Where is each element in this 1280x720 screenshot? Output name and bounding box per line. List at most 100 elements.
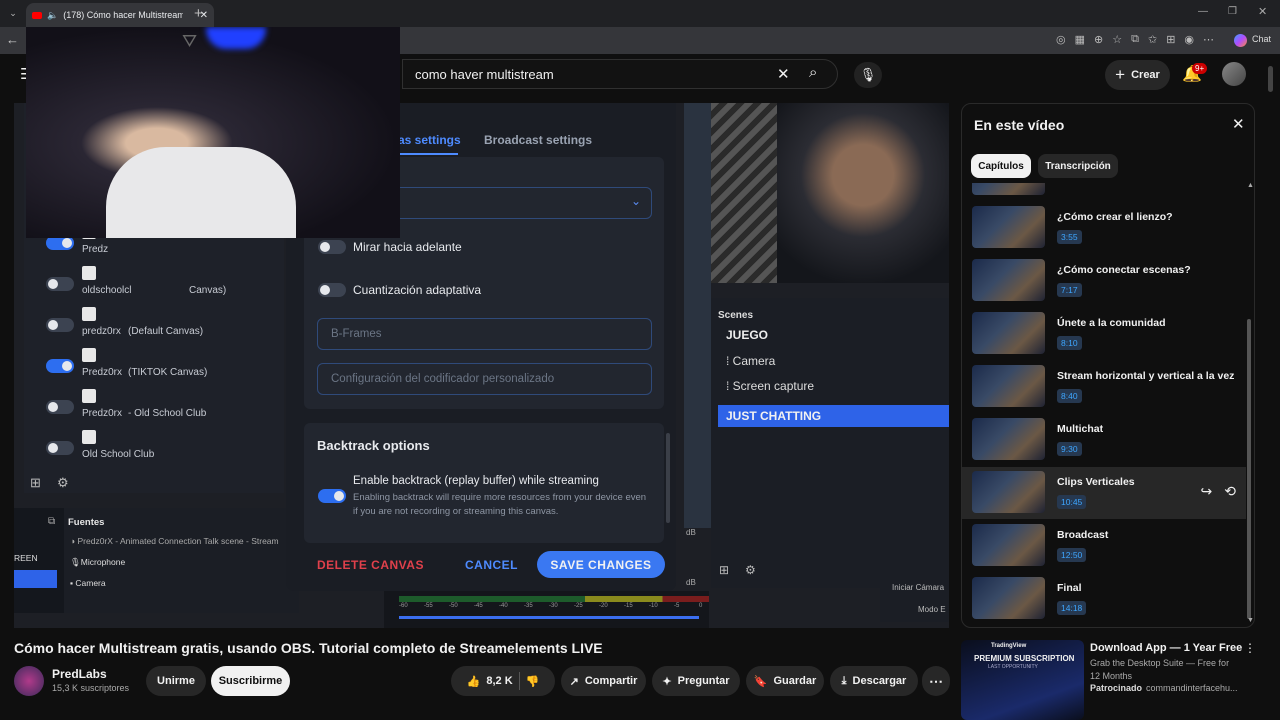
close-chapters-icon[interactable]: ✕ xyxy=(1232,115,1245,133)
scene-group-juego[interactable]: JUEGO xyxy=(726,328,768,342)
source-toggle[interactable] xyxy=(46,441,74,455)
save-changes-button[interactable]: SAVE CHANGES xyxy=(537,551,665,578)
tab-chapters[interactable]: Capítulos xyxy=(971,154,1031,178)
star-icon[interactable]: ☆ xyxy=(1112,33,1122,46)
minimize-icon[interactable]: — xyxy=(1198,6,1208,17)
puzzle-icon[interactable]: ⧉ xyxy=(1131,33,1139,46)
add-scene-icon[interactable]: ⊞ xyxy=(719,563,729,577)
zoom-icon[interactable]: ⊕ xyxy=(1094,33,1103,46)
fuente-item-1[interactable]: 🎙Microphone xyxy=(70,557,125,568)
window-close-icon[interactable]: ✕ xyxy=(1258,5,1267,18)
lookahead-toggle[interactable] xyxy=(318,240,346,254)
source-toggle[interactable] xyxy=(46,318,74,332)
add-source-icon[interactable]: ⊞ xyxy=(30,475,41,491)
chapter-item[interactable]: Clips Verticales 10:45 ↪ ⟲ xyxy=(962,467,1246,519)
chapter-timestamp[interactable]: 10:45 xyxy=(1057,495,1087,509)
tab-broadcast-settings[interactable]: Broadcast settings xyxy=(484,133,592,147)
download-button[interactable]: ⤓ Descargar xyxy=(830,666,918,696)
scene-settings-icon[interactable]: ⚙ xyxy=(745,563,756,577)
loop-chapter-icon[interactable]: ⟲ xyxy=(1224,483,1236,500)
profile-icon[interactable]: ◉ xyxy=(1184,33,1194,46)
scene-just-chatting[interactable]: JUST CHATTING xyxy=(718,405,949,427)
extension-icon[interactable]: ◎ xyxy=(1056,33,1066,46)
dislike-icon[interactable]: 👎 xyxy=(526,675,540,688)
source-toggle[interactable] xyxy=(46,400,74,414)
adaptive-quantization-toggle[interactable] xyxy=(318,283,346,297)
chapter-item[interactable]: ¿Cómo conectar escenas? 7:17 xyxy=(972,259,1247,309)
scene-item-camera[interactable]: ⁞ Camera xyxy=(726,354,775,368)
like-icon[interactable]: 👍 xyxy=(467,675,481,688)
selected-scene-bar[interactable] xyxy=(14,570,57,588)
channel-avatar[interactable] xyxy=(14,666,44,696)
fuente-item-2[interactable]: ▪ Camera xyxy=(70,578,106,588)
chapter-timestamp[interactable]: 7:17 xyxy=(1057,283,1082,297)
source-toggle[interactable] xyxy=(46,277,74,291)
subscribe-button[interactable]: Suscribirme xyxy=(211,666,290,696)
like-count[interactable]: 8,2 K xyxy=(486,675,512,687)
start-camera-button[interactable]: Iniciar Cámara xyxy=(892,583,944,592)
more-icon[interactable]: ⋯ xyxy=(1203,33,1214,46)
create-button[interactable]: + Crear xyxy=(1105,60,1170,90)
chapter-item[interactable]: Broadcast 12:50 xyxy=(972,524,1247,574)
channel-name[interactable]: PredLabs xyxy=(52,667,107,681)
chapters-scrollbar[interactable] xyxy=(1247,319,1251,619)
chapter-item[interactable]: Stream horizontal y vertical a la vez 8:4… xyxy=(972,365,1247,415)
copilot-icon[interactable] xyxy=(1234,34,1247,47)
tab-transcript[interactable]: Transcripción xyxy=(1038,154,1118,178)
join-button[interactable]: Unirme xyxy=(146,666,206,696)
chapter-item[interactable]: Final 14:18 xyxy=(972,577,1247,623)
clear-search-icon[interactable]: ✕ xyxy=(777,65,790,83)
grid-icon[interactable]: ▦ xyxy=(1075,33,1085,46)
search-input[interactable]: como haver multistream xyxy=(415,67,554,82)
source-toggle[interactable] xyxy=(46,359,74,373)
custom-encoder-field[interactable]: Configuración del codificador personaliz… xyxy=(317,363,652,395)
dialog-scrollbar[interactable] xyxy=(666,433,670,523)
collections-icon[interactable]: ⊞ xyxy=(1166,33,1175,46)
chapter-timestamp[interactable]: 12:50 xyxy=(1057,548,1087,562)
share-chapter-icon[interactable]: ↪ xyxy=(1201,483,1213,500)
cancel-button[interactable]: CANCEL xyxy=(465,558,518,572)
share-button[interactable]: ↗ Compartir xyxy=(561,666,646,696)
scene-item-screen-capture[interactable]: ⁞ Screen capture xyxy=(726,379,814,393)
source-toggle[interactable] xyxy=(46,236,74,250)
fuente-item-0[interactable]: ◑ Predz0rX - Animated Connection Talk sc… xyxy=(70,536,295,546)
source-row[interactable]: Predz0rx (TIKTOK Canvas) xyxy=(44,346,299,386)
ask-button[interactable]: ✦ Preguntar xyxy=(652,666,740,696)
bframes-field[interactable]: B-Frames xyxy=(317,318,652,350)
source-row[interactable]: Predz0rx - Old School Club xyxy=(44,387,299,427)
back-arrow-icon[interactable]: ← xyxy=(6,32,19,47)
delete-canvas-button[interactable]: DELETE CANVAS xyxy=(317,558,424,572)
ad-title[interactable]: Download App — 1 Year Free xyxy=(1090,642,1242,654)
favorites-icon[interactable]: ✩ xyxy=(1148,33,1157,46)
chapter-timestamp[interactable]: 9:30 xyxy=(1057,442,1082,456)
ad-thumbnail[interactable]: TradingView PREMIUM SUBSCRIPTION LAST OP… xyxy=(961,640,1084,720)
chat-label[interactable]: Chat xyxy=(1252,34,1271,44)
chapter-item[interactable]: 2:10 xyxy=(972,183,1247,203)
chapter-item[interactable]: Multichat 9:30 xyxy=(972,418,1247,468)
source-row[interactable]: oldschoolcl Canvas) xyxy=(44,264,299,304)
backtrack-toggle[interactable] xyxy=(318,489,346,503)
source-row[interactable]: Old School Club xyxy=(44,428,299,468)
mode-button[interactable]: Modo E xyxy=(918,605,946,614)
more-actions-icon[interactable]: ⋯ xyxy=(922,666,950,696)
chapter-timestamp[interactable]: 8:10 xyxy=(1057,336,1082,350)
chapter-item[interactable]: Únete a la comunidad 8:10 xyxy=(972,312,1247,362)
browser-tab[interactable]: 🔈 (178) Cómo hacer Multistream ✕ xyxy=(26,3,214,27)
save-button[interactable]: 🔖 Guardar xyxy=(746,666,824,696)
microphone-icon[interactable]: 🎙 xyxy=(854,62,882,88)
tab-list-chevron-icon[interactable]: ⌄ xyxy=(6,6,20,20)
volume-slider[interactable] xyxy=(399,616,699,619)
chapter-timestamp[interactable]: 8:40 xyxy=(1057,389,1082,403)
maximize-icon[interactable]: ❐ xyxy=(1228,6,1237,17)
chapter-timestamp[interactable]: 14:18 xyxy=(1057,601,1087,615)
search-box[interactable]: como haver multistream ✕ ⌕ xyxy=(402,59,838,89)
chapter-item[interactable]: ¿Cómo crear el lienzo? 3:55 xyxy=(972,206,1247,256)
source-row[interactable]: predz0rx (Default Canvas) xyxy=(44,305,299,345)
speaker-icon[interactable]: 🔈 xyxy=(47,10,58,21)
scroll-down-icon[interactable]: ▼ xyxy=(1247,617,1254,624)
new-tab-icon[interactable]: + xyxy=(194,5,203,22)
settings-gear-icon[interactable]: ⚙ xyxy=(57,475,69,491)
search-icon[interactable]: ⌕ xyxy=(809,64,817,81)
avatar[interactable] xyxy=(1222,62,1246,86)
tab-canvas-settings[interactable]: as settings xyxy=(398,133,461,147)
